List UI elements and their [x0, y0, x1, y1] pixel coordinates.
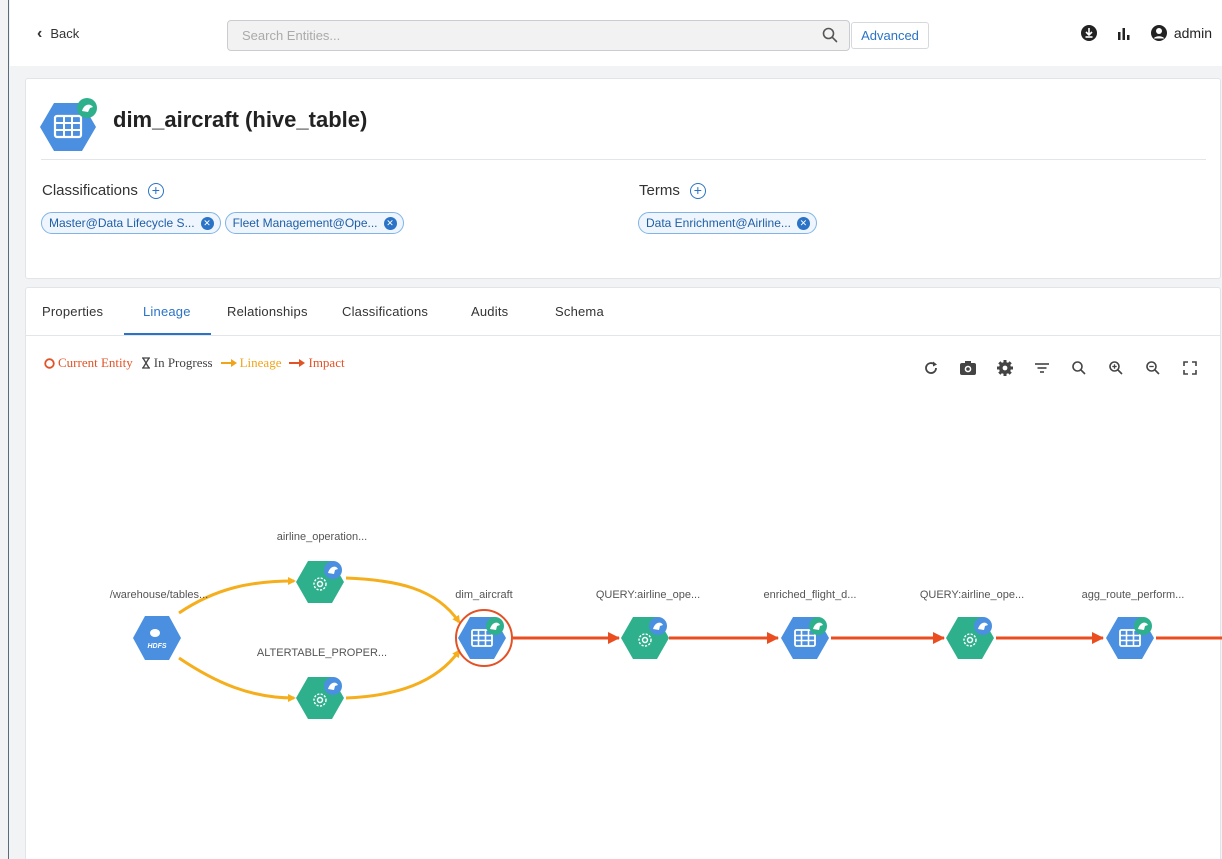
search-box[interactable] — [227, 20, 850, 51]
node-label: enriched_flight_d... — [764, 589, 857, 601]
statistics-icon[interactable] — [1116, 25, 1132, 41]
entity-header-card: dim_aircraft (hive_table) Classification… — [25, 78, 1221, 279]
lineage-node-table[interactable] — [781, 617, 829, 659]
classifications-header: Classifications + — [42, 182, 164, 199]
lineage-graph: HDFS /warehouse/tables... airline_operat… — [110, 531, 1222, 719]
classification-chips: Master@Data Lifecycle S... ✕ Fleet Manag… — [41, 212, 404, 234]
lineage-node-process[interactable] — [946, 617, 994, 659]
entity-title: dim_aircraft (hive_table) — [113, 107, 368, 132]
left-border — [8, 0, 9, 859]
add-classification-button[interactable]: + — [147, 182, 164, 199]
search-input[interactable] — [228, 21, 788, 50]
node-label: QUERY:airline_ope... — [920, 589, 1024, 601]
lineage-node-current-table[interactable] — [458, 617, 506, 659]
lineage-node-table[interactable] — [1106, 617, 1154, 659]
add-term-button[interactable]: + — [689, 182, 706, 199]
remove-chip-icon[interactable]: ✕ — [796, 216, 810, 230]
lineage-node-process[interactable] — [296, 677, 344, 719]
node-label: agg_route_perform... — [1082, 589, 1185, 601]
search-icon[interactable] — [821, 26, 839, 44]
classifications-label: Classifications — [42, 182, 138, 199]
user-avatar-icon — [1150, 25, 1167, 41]
download-icon[interactable] — [1080, 24, 1098, 42]
chip-label: Data Enrichment@Airline... — [646, 216, 791, 230]
lineage-edge — [178, 656, 296, 702]
hive-table-icon — [40, 98, 97, 151]
detail-panel: Properties Lineage Relationships Classif… — [25, 287, 1222, 859]
lineage-node-process[interactable] — [621, 617, 669, 659]
term-chips: Data Enrichment@Airline... ✕ — [638, 212, 817, 234]
node-label: ALTERTABLE_PROPER... — [257, 647, 387, 659]
terms-label: Terms — [639, 182, 680, 199]
top-bar: ‹ Back Advanced admin — [10, 0, 1222, 66]
remove-chip-icon[interactable]: ✕ — [383, 216, 397, 230]
node-label: QUERY:airline_ope... — [596, 589, 700, 601]
term-chip[interactable]: Data Enrichment@Airline... ✕ — [638, 212, 817, 234]
classification-chip[interactable]: Fleet Management@Ope... ✕ — [224, 212, 404, 234]
user-menu[interactable]: admin — [1150, 24, 1212, 42]
hdfs-badge: HDFS — [147, 643, 166, 650]
chip-label: Master@Data Lifecycle S... — [49, 216, 195, 230]
back-label: Back — [50, 26, 80, 41]
classification-chip[interactable]: Master@Data Lifecycle S... ✕ — [41, 212, 221, 234]
node-label: /warehouse/tables... — [110, 589, 208, 601]
back-button[interactable]: ‹ Back — [37, 24, 80, 42]
lineage-edge — [345, 576, 461, 624]
divider — [41, 159, 1206, 160]
chip-label: Fleet Management@Ope... — [232, 216, 378, 230]
lineage-node-hdfs[interactable]: HDFS — [133, 616, 181, 660]
advanced-search-button[interactable]: Advanced — [851, 22, 929, 49]
chevron-left-icon: ‹ — [37, 24, 43, 42]
node-label: dim_aircraft — [455, 589, 512, 601]
remove-chip-icon[interactable]: ✕ — [200, 216, 214, 230]
lineage-node-process[interactable] — [296, 561, 344, 603]
terms-header: Terms + — [639, 182, 706, 199]
user-name: admin — [1173, 25, 1212, 41]
node-label: airline_operation... — [277, 531, 368, 543]
